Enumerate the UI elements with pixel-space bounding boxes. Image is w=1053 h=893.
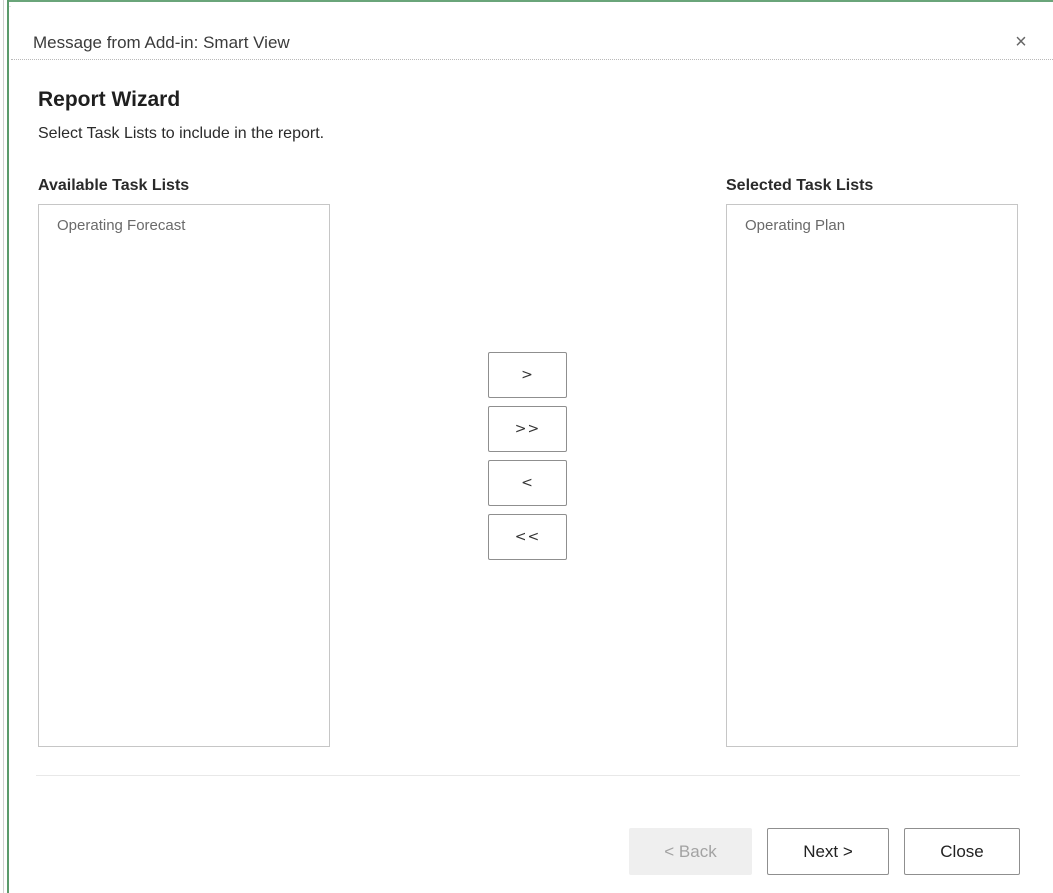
- next-button[interactable]: Next >: [767, 828, 889, 875]
- screen: Message from Add-in: Smart View × Report…: [0, 0, 1053, 893]
- list-item[interactable]: Operating Plan: [745, 217, 845, 234]
- dialog-title: Message from Add-in: Smart View: [33, 33, 290, 52]
- wizard-instruction: Select Task Lists to include in the repo…: [38, 125, 325, 142]
- available-task-lists-label: Available Task Lists: [38, 177, 190, 194]
- remove-selected-button[interactable]: <: [488, 460, 567, 506]
- list-item[interactable]: Operating Forecast: [57, 217, 185, 234]
- back-button[interactable]: < Back: [629, 828, 752, 875]
- accent-line: [9, 0, 1053, 2]
- selected-task-lists-label: Selected Task Lists: [726, 177, 874, 194]
- add-selected-button[interactable]: >: [488, 352, 567, 398]
- window-left-edge: [0, 0, 9, 893]
- footer-divider: [36, 775, 1020, 776]
- close-button[interactable]: Close: [904, 828, 1020, 875]
- remove-all-button[interactable]: <<: [488, 514, 567, 560]
- available-task-lists-listbox[interactable]: Operating Forecast: [38, 204, 330, 747]
- report-wizard-dialog: Message from Add-in: Smart View × Report…: [11, 6, 1053, 893]
- wizard-heading: Report Wizard: [38, 88, 181, 111]
- add-all-button[interactable]: >>: [488, 406, 567, 452]
- close-icon[interactable]: ×: [1009, 30, 1033, 54]
- dialog-titlebar: Message from Add-in: Smart View ×: [11, 6, 1053, 60]
- selected-task-lists-listbox[interactable]: Operating Plan: [726, 204, 1018, 747]
